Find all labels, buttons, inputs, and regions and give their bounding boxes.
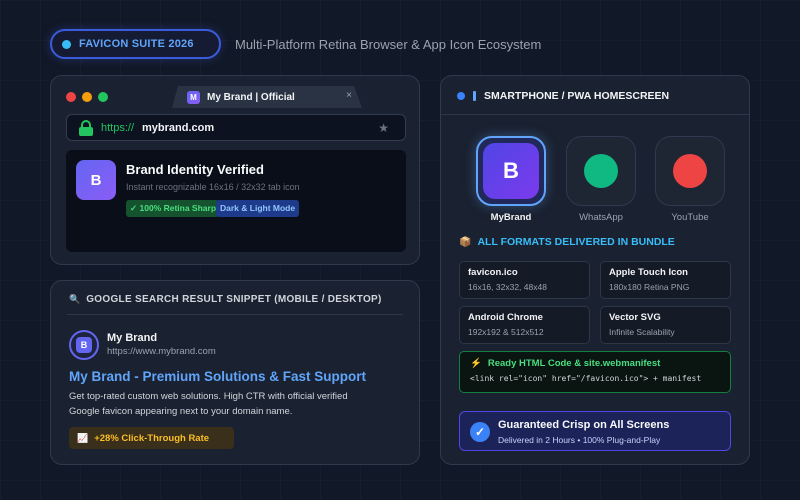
code-title-row: ⚡ Ready HTML Code & site.webmanifest xyxy=(470,358,720,369)
search-icon: 🔍 xyxy=(69,294,81,304)
dark-light-badge: Dark & Light Mode xyxy=(216,200,300,217)
format-card-vector-svg: Vector SVG Infinite Scalability xyxy=(600,306,731,344)
serp-url[interactable]: https://www.mybrand.com xyxy=(107,346,216,357)
format-name: Apple Touch Icon xyxy=(609,267,688,278)
serp-favicon: B xyxy=(69,330,99,360)
code-line: <link rel="icon" href="/favicon.ico"> + … xyxy=(470,374,702,383)
app-label-youtube: YouTube xyxy=(671,212,709,223)
phone-icon xyxy=(473,91,476,101)
code-title: Ready HTML Code & site.webmanifest xyxy=(487,358,661,369)
divider xyxy=(67,314,403,315)
smartphone-card: SMARTPHONE / PWA HOMESCREEN B MyBrand Wh… xyxy=(440,75,750,465)
status-dot-icon xyxy=(62,39,71,49)
format-name: favicon.ico xyxy=(468,267,518,278)
serp-site-name: My Brand xyxy=(107,332,158,344)
format-card-favicon-ico: favicon.ico 16x16, 32x32, 48x48 xyxy=(459,261,590,299)
format-desc: 192x192 & 512x512 xyxy=(468,327,544,337)
ctr-label: +28% Click-Through Rate xyxy=(94,432,210,444)
window-close-dot-icon[interactable] xyxy=(66,92,76,102)
window-maximize-dot-icon[interactable] xyxy=(98,92,108,102)
serp-title-link[interactable]: My Brand - Premium Solutions & Fast Supp… xyxy=(69,369,366,384)
app-label-whatsapp: WhatsApp xyxy=(579,212,623,223)
youtube-app-icon[interactable] xyxy=(655,136,725,206)
verified-subtitle: Instant recognizable 16x16 / 32x32 tab i… xyxy=(126,182,300,192)
format-desc: 180x180 Retina PNG xyxy=(609,282,690,292)
suite-label: FAVICON SUITE 2026 xyxy=(79,38,194,50)
check-circle-icon: ✓ xyxy=(470,422,490,442)
retina-badge: ✓ 100% Retina Sharp xyxy=(126,200,219,217)
search-card-header: 🔍 GOOGLE SEARCH RESULT SNIPPET (MOBILE /… xyxy=(69,294,382,305)
format-desc: Infinite Scalability xyxy=(609,327,675,337)
format-card-apple-touch: Apple Touch Icon 180x180 Retina PNG xyxy=(600,261,731,299)
browser-preview-card: M My Brand | Official × https:// mybrand… xyxy=(50,75,420,265)
guarantee-title: Guaranteed Crisp on All Screens xyxy=(498,419,670,431)
url-domain: mybrand.com xyxy=(142,121,215,134)
tab-close-icon[interactable]: × xyxy=(346,90,352,101)
code-snippet-box: ⚡ Ready HTML Code & site.webmanifest <li… xyxy=(459,351,731,393)
brand-logo: B xyxy=(76,160,116,200)
lightning-icon: ⚡ xyxy=(470,358,482,369)
verified-title: Brand Identity Verified xyxy=(126,162,264,177)
browser-content: B Brand Identity Verified Instant recogn… xyxy=(66,150,406,252)
guarantee-subtitle: Delivered in 2 Hours • 100% Plug-and-Pla… xyxy=(498,435,661,445)
format-desc: 16x16, 32x32, 48x48 xyxy=(468,282,547,292)
address-bar[interactable]: https:// mybrand.com ★ xyxy=(66,114,406,141)
formats-header: 📦 ALL FORMATS DELIVERED IN BUNDLE xyxy=(459,236,675,248)
divider xyxy=(441,114,749,115)
ctr-badge: 📈 +28% Click-Through Rate xyxy=(69,427,234,449)
mybrand-app-icon[interactable]: B xyxy=(476,136,546,206)
window-minimize-dot-icon[interactable] xyxy=(82,92,92,102)
suite-badge: FAVICON SUITE 2026 xyxy=(50,29,221,59)
serp-favicon-letter: B xyxy=(76,337,92,353)
format-name: Vector SVG xyxy=(609,312,661,323)
package-icon: 📦 xyxy=(459,236,472,248)
guarantee-banner: ✓ Guaranteed Crisp on All Screens Delive… xyxy=(459,411,731,451)
tab-title: My Brand | Official xyxy=(207,91,295,103)
phone-card-header: SMARTPHONE / PWA HOMESCREEN xyxy=(457,90,669,102)
chart-up-icon: 📈 xyxy=(77,432,89,443)
serp-description: Get top-rated custom web solutions. High… xyxy=(69,391,348,417)
bookmark-star-icon[interactable]: ★ xyxy=(378,121,389,135)
search-snippet-card: 🔍 GOOGLE SEARCH RESULT SNIPPET (MOBILE /… xyxy=(50,280,420,465)
search-card-title: GOOGLE SEARCH RESULT SNIPPET (MOBILE / D… xyxy=(86,294,382,305)
page-subtitle: Multi-Platform Retina Browser & App Icon… xyxy=(235,37,542,52)
format-name: Android Chrome xyxy=(468,312,543,323)
phone-card-title: SMARTPHONE / PWA HOMESCREEN xyxy=(484,90,670,102)
whatsapp-app-icon[interactable] xyxy=(566,136,636,206)
browser-tab[interactable]: M My Brand | Official × xyxy=(172,86,362,108)
url-protocol: https:// xyxy=(101,121,135,134)
status-dot-icon xyxy=(457,92,465,100)
format-card-android-chrome: Android Chrome 192x192 & 512x512 xyxy=(459,306,590,344)
app-label-mybrand: MyBrand xyxy=(490,212,532,223)
lock-icon xyxy=(79,119,93,136)
youtube-circle-icon xyxy=(673,154,707,188)
mybrand-app-letter: B xyxy=(483,143,539,199)
whatsapp-circle-icon xyxy=(584,154,618,188)
formats-title: ALL FORMATS DELIVERED IN BUNDLE xyxy=(477,236,675,248)
tab-favicon-icon: M xyxy=(187,91,200,104)
